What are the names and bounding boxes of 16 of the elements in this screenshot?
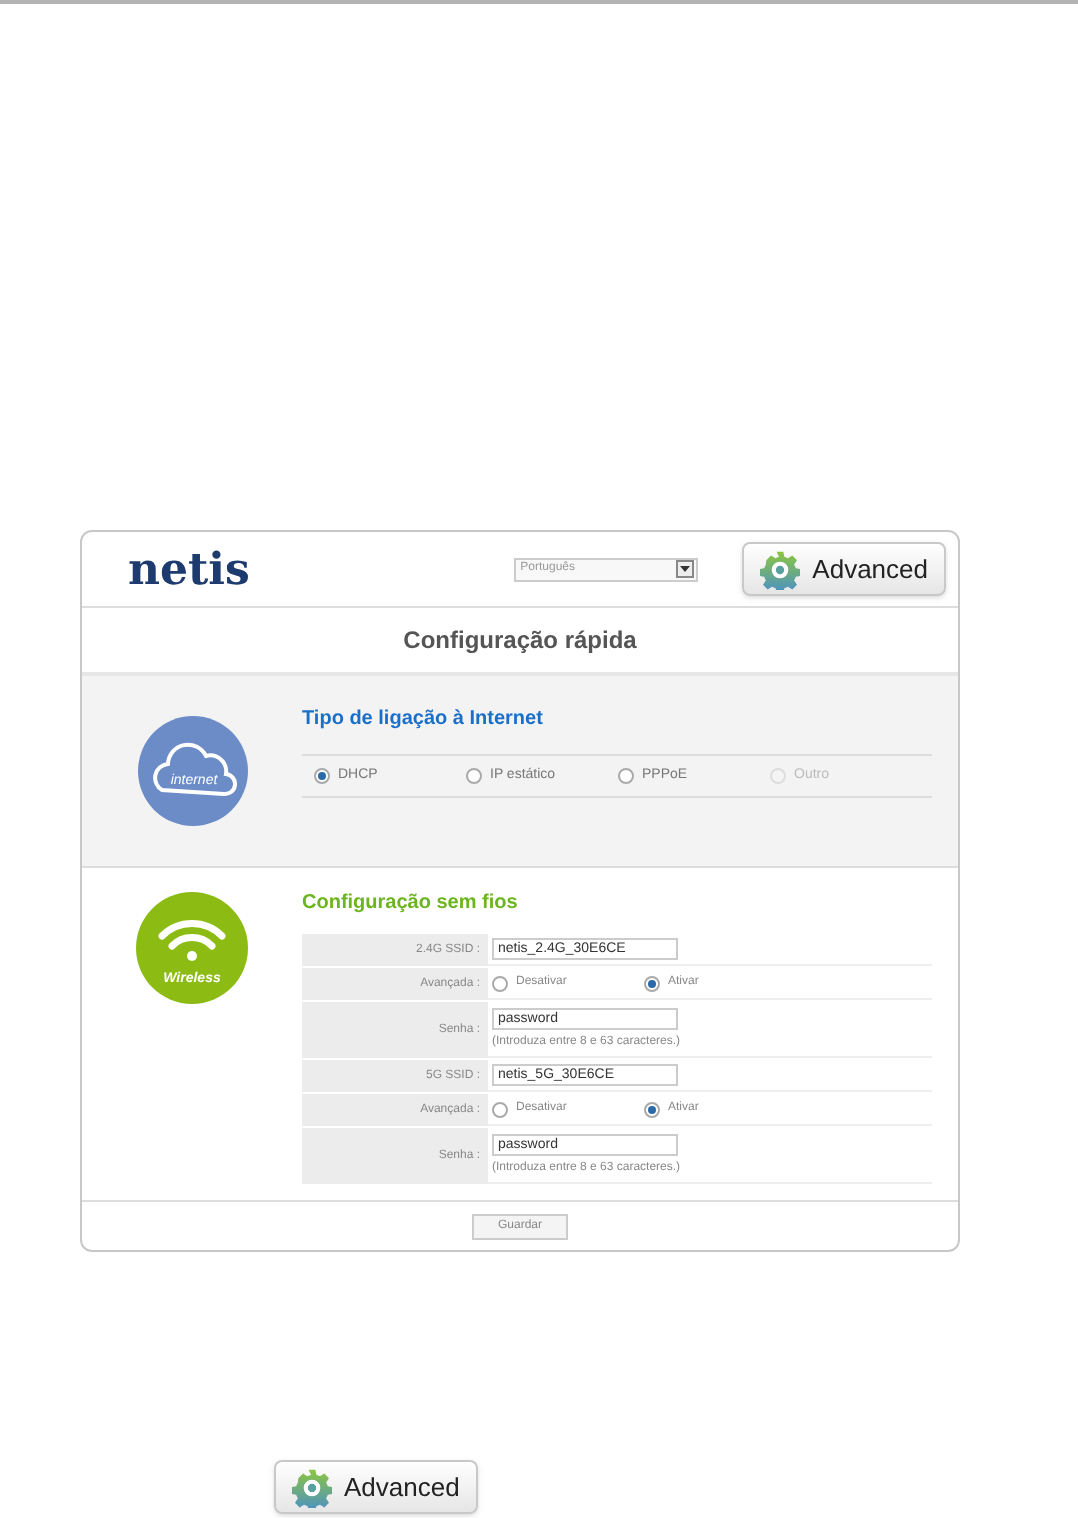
radio-button[interactable] <box>644 1101 660 1117</box>
advanced-button[interactable]: Advanced <box>274 1460 478 1514</box>
page-title: Configuração rápida <box>403 624 637 658</box>
gear-icon <box>760 549 801 589</box>
gear-icon <box>292 1467 332 1507</box>
radio-button[interactable] <box>466 768 482 784</box>
radio-button[interactable] <box>314 768 330 784</box>
radio-button[interactable] <box>492 1101 508 1117</box>
logo: netis <box>128 547 250 591</box>
radio-button[interactable] <box>644 975 660 991</box>
advanced-button[interactable]: Advanced <box>742 542 946 596</box>
dropdown-icon <box>676 560 695 578</box>
radio-button[interactable] <box>618 768 634 784</box>
radio-button[interactable] <box>492 975 508 991</box>
section-heading: Configuração sem fios <box>302 890 520 918</box>
section-heading: Tipo de ligação à Internet <box>302 706 545 734</box>
